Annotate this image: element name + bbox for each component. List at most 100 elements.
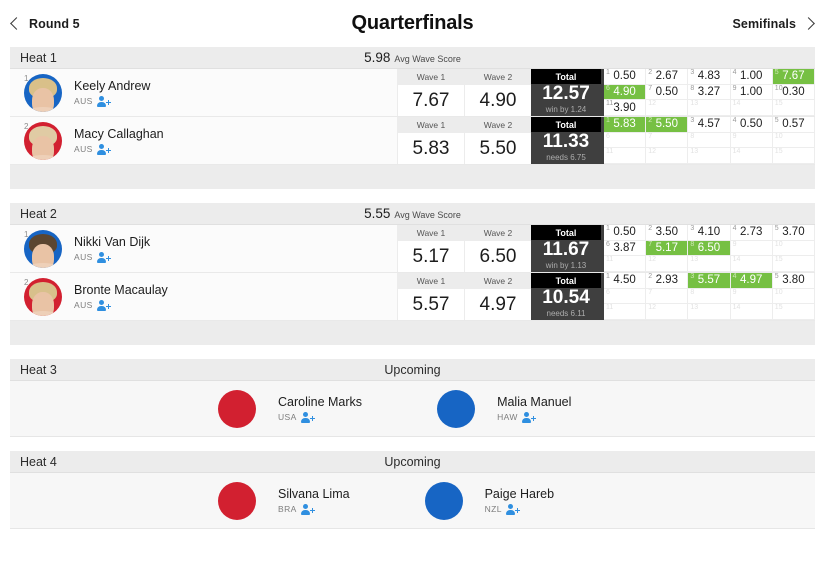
wave-cell[interactable]: 11 xyxy=(604,304,647,320)
follow-athlete-icon[interactable] xyxy=(96,95,111,107)
wave-cell[interactable]: 12 xyxy=(646,148,689,164)
wave-cell[interactable]: 3 4.57 xyxy=(688,117,731,133)
wave-number: 5 xyxy=(774,117,779,124)
follow-athlete-icon[interactable] xyxy=(505,503,521,515)
athlete-name: Nikki Van Dijk xyxy=(74,234,151,249)
total-column: Total 11.67 win by 1.13 xyxy=(531,225,601,272)
wave-cell[interactable]: 5 3.70 xyxy=(772,225,815,241)
wave-cell[interactable]: 7 5.17 xyxy=(646,240,689,257)
wave-number: 6 xyxy=(606,84,610,92)
wave-cell[interactable]: 13 xyxy=(688,304,731,320)
next-round-label: Semifinals xyxy=(732,16,796,31)
wave-cell[interactable]: 6 xyxy=(604,132,647,149)
wave-cell[interactable]: 13 xyxy=(688,100,731,116)
athlete-nationality: HAW xyxy=(497,412,518,422)
wave-cell[interactable]: 5 0.57 xyxy=(772,117,815,133)
wave-cell[interactable]: 2 2.67 xyxy=(646,69,689,85)
wave-cell[interactable]: 9 xyxy=(730,288,773,305)
prev-round-button[interactable]: Round 5 xyxy=(10,17,80,31)
next-round-button[interactable]: Semifinals xyxy=(732,16,815,31)
wave-cell[interactable]: 6 4.90 xyxy=(604,84,647,101)
wave-cell[interactable]: 6 3.87 xyxy=(604,240,647,257)
wave-cell[interactable]: 10 xyxy=(772,288,815,305)
follow-athlete-icon[interactable] xyxy=(521,411,536,423)
wave-cell[interactable]: 12 xyxy=(646,304,689,320)
wave-cell[interactable]: 4 1.00 xyxy=(730,69,773,85)
wave-score: 2.73 xyxy=(740,226,763,239)
wave2-value: 5.50 xyxy=(465,133,531,164)
wave-cell[interactable]: 7 xyxy=(646,132,689,149)
follow-athlete-icon[interactable] xyxy=(96,251,111,263)
wave-cell[interactable]: 7 0.50 xyxy=(646,84,689,101)
wave-score: 3.50 xyxy=(655,226,678,239)
upcoming-athlete[interactable]: Caroline Marks USA xyxy=(218,389,362,428)
wave-cell[interactable]: 1 0.50 xyxy=(604,225,647,241)
wave-score: 1.00 xyxy=(740,70,763,83)
wave-cell[interactable]: 8 xyxy=(688,132,731,149)
heat-block: Heat 1 5.98 Avg Wave Score 1 Keely Andrew AUS… xyxy=(10,47,815,189)
athlete-row[interactable]: 1 Nikki Van Dijk AUS Wave 1 5.17 Wave 2 6.50 To… xyxy=(10,225,815,273)
wave-cell[interactable]: 10 xyxy=(772,240,815,257)
wave-cell[interactable]: 1 0.50 xyxy=(604,69,647,85)
wave-cell[interactable]: 8 6.50 xyxy=(688,240,731,257)
wave-cell[interactable]: 15 xyxy=(772,148,815,164)
wave-number: 13 xyxy=(690,256,699,264)
wave-cell[interactable]: 14 xyxy=(730,256,773,272)
wave-number: 15 xyxy=(774,148,783,156)
wave-cell[interactable]: 13 xyxy=(688,256,731,272)
wave-cell[interactable]: 4 0.50 xyxy=(730,117,773,133)
wave-cell[interactable]: 4 2.73 xyxy=(730,225,773,241)
wave-cell[interactable]: 9 xyxy=(730,240,773,257)
wave-cell[interactable]: 7 xyxy=(646,288,689,305)
wave-cell[interactable]: 10 0.30 xyxy=(772,84,815,101)
wave-cell[interactable]: 14 xyxy=(730,100,773,116)
heat-avg-score: 5.55 Avg Wave Score xyxy=(10,206,815,221)
wave-cell[interactable]: 15 xyxy=(772,256,815,272)
total-value: 12.57 xyxy=(542,83,590,104)
wave-cell[interactable]: 1 5.83 xyxy=(604,117,647,133)
wave-cell[interactable]: 3 5.57 xyxy=(688,273,731,289)
wave-number: 3 xyxy=(690,225,695,232)
wave-cell[interactable]: 3 4.83 xyxy=(688,69,731,85)
wave-cell[interactable]: 8 xyxy=(688,288,731,305)
wave-cell[interactable]: 11 3.90 xyxy=(604,100,647,116)
wave-cell[interactable]: 11 xyxy=(604,148,647,164)
wave-cell[interactable]: 3 4.10 xyxy=(688,225,731,241)
upcoming-athlete[interactable]: Silvana Lima BRA xyxy=(218,481,350,520)
upcoming-athlete[interactable]: Malia Manuel HAW xyxy=(437,389,571,428)
wave-cell[interactable]: 4 4.97 xyxy=(730,273,773,289)
athlete-row[interactable]: 1 Keely Andrew AUS Wave 1 7.67 Wave 2 4.90 Tota… xyxy=(10,69,815,117)
heat-status: Upcoming xyxy=(10,455,815,469)
wave-cell[interactable]: 2 3.50 xyxy=(646,225,689,241)
wave-cell[interactable]: 15 xyxy=(772,100,815,116)
wave-cell[interactable]: 12 xyxy=(646,256,689,272)
follow-athlete-icon[interactable] xyxy=(96,299,111,311)
wave-cell[interactable]: 11 xyxy=(604,256,647,272)
wave-cell[interactable]: 1 4.50 xyxy=(604,273,647,289)
wave-cell[interactable]: 15 xyxy=(772,304,815,320)
follow-athlete-icon[interactable] xyxy=(96,143,111,155)
wave-cell[interactable]: 14 xyxy=(730,148,773,164)
wave-cell[interactable]: 8 3.27 xyxy=(688,84,731,101)
wave-cell[interactable]: 9 1.00 xyxy=(730,84,773,101)
wave-cell[interactable]: 12 xyxy=(646,100,689,116)
upcoming-athlete[interactable]: Paige Hareb NZL xyxy=(424,481,554,520)
wave-cell[interactable]: 10 xyxy=(772,132,815,149)
wave-score: 0.50 xyxy=(613,70,636,83)
wave-cell[interactable]: 5 7.67 xyxy=(772,69,815,85)
wave-cell[interactable]: 9 xyxy=(730,132,773,149)
wave-cell[interactable]: 2 5.50 xyxy=(646,117,689,133)
wave-number: 10 xyxy=(774,132,783,140)
athlete-row[interactable]: 2 Bronte Macaulay AUS Wave 1 5.57 Wave 2 4.97 T… xyxy=(10,273,815,321)
follow-athlete-icon[interactable] xyxy=(300,503,315,515)
wave-number: 9 xyxy=(732,240,737,248)
wave-cell[interactable]: 6 xyxy=(604,288,647,305)
wave-number: 4 xyxy=(732,225,737,232)
follow-athlete-icon[interactable] xyxy=(300,411,315,423)
wave-cell[interactable]: 2 2.93 xyxy=(646,273,689,289)
wave-cell[interactable]: 13 xyxy=(688,148,731,164)
wave-cell[interactable]: 14 xyxy=(730,304,773,320)
athlete-row[interactable]: 2 Macy Callaghan AUS Wave 1 5.83 Wave 2 5.50 To… xyxy=(10,117,815,165)
total-column: Total 12.57 win by 1.24 xyxy=(531,69,601,116)
wave-cell[interactable]: 5 3.80 xyxy=(772,273,815,289)
